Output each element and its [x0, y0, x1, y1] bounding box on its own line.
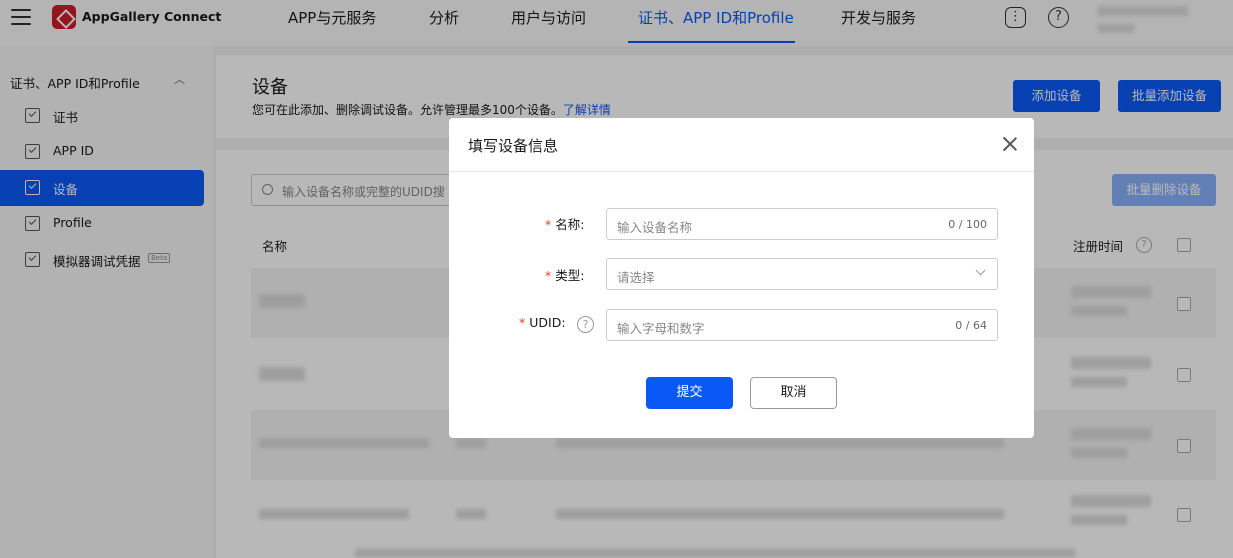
required-mark: *	[545, 217, 552, 232]
type-field-label: * 类型:	[545, 268, 585, 283]
cancel-button[interactable]: 取消	[750, 377, 837, 409]
dialog-title: 填写设备信息	[468, 137, 559, 155]
name-field-label: * 名称:	[545, 217, 585, 232]
udid-input[interactable]: 输入字母和数字 0 / 64	[606, 309, 998, 341]
select-placeholder: 请选择	[617, 270, 655, 285]
device-type-select[interactable]: 请选择	[606, 258, 998, 290]
dialog-divider	[449, 171, 1034, 172]
udid-field-label: * UDID:	[519, 315, 566, 330]
char-counter: 0 / 64	[955, 319, 987, 332]
input-placeholder: 输入设备名称	[617, 220, 693, 235]
add-device-dialog: 填写设备信息 * 名称: 输入设备名称 0 / 100 * 类型: 请选择 * UDI…	[449, 118, 1034, 438]
required-mark: *	[545, 268, 552, 283]
required-mark: *	[519, 315, 526, 330]
char-counter: 0 / 100	[948, 218, 987, 231]
submit-button[interactable]: 提交	[646, 377, 733, 409]
help-icon[interactable]: ?	[577, 316, 594, 333]
close-icon[interactable]	[1002, 136, 1018, 152]
input-placeholder: 输入字母和数字	[617, 321, 705, 336]
chevron-down-icon	[975, 265, 986, 276]
device-name-input[interactable]: 输入设备名称 0 / 100	[606, 208, 998, 240]
